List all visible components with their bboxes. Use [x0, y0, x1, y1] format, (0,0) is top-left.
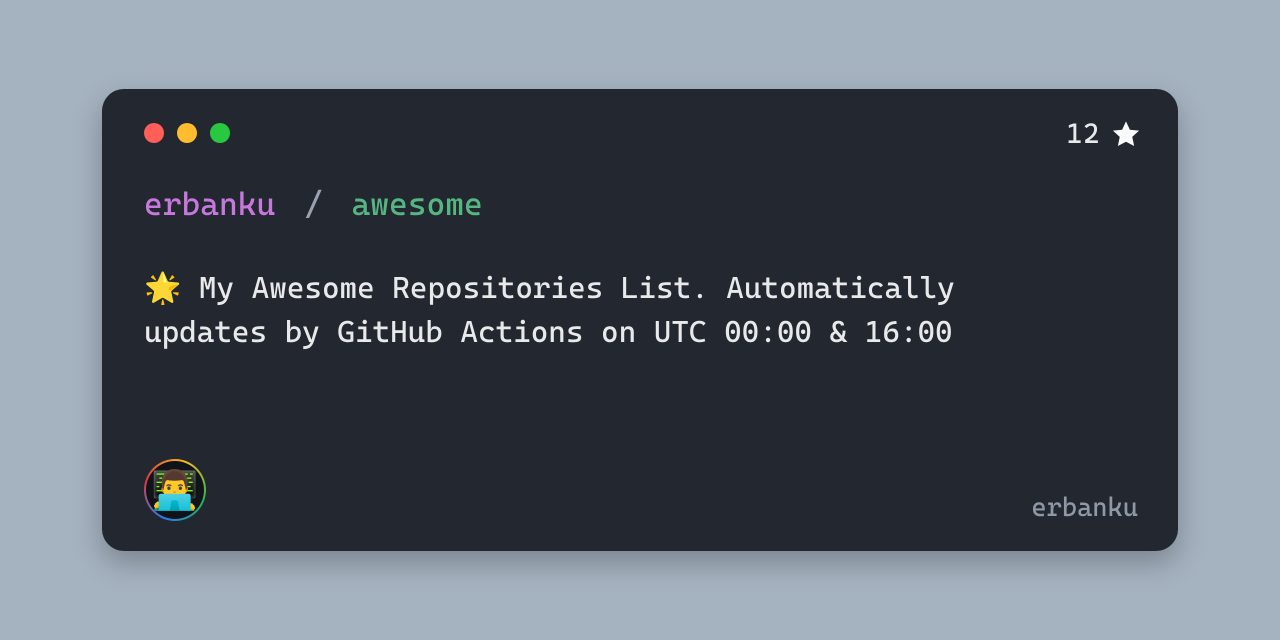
- star-icon: [1110, 118, 1142, 150]
- star-count: 12: [1066, 117, 1100, 150]
- repo-description: 🌟 My Awesome Repositories List. Automati…: [144, 267, 1024, 354]
- footer-username: erbanku: [1031, 493, 1138, 523]
- window-controls: [144, 123, 1136, 143]
- avatar-emoji: 👨‍💻: [146, 461, 204, 519]
- minimize-icon[interactable]: [177, 123, 197, 143]
- star-counter: 12: [1066, 117, 1142, 150]
- avatar[interactable]: 👨‍💻: [144, 459, 206, 521]
- repo-owner[interactable]: erbanku: [144, 185, 275, 223]
- repo-name[interactable]: awesome: [352, 185, 483, 223]
- fullscreen-icon[interactable]: [210, 123, 230, 143]
- repo-card: 12 erbanku / awesome 🌟 My Awesome Reposi…: [102, 89, 1178, 551]
- close-icon[interactable]: [144, 123, 164, 143]
- title-separator: /: [304, 185, 323, 223]
- repo-title: erbanku / awesome: [144, 185, 1136, 223]
